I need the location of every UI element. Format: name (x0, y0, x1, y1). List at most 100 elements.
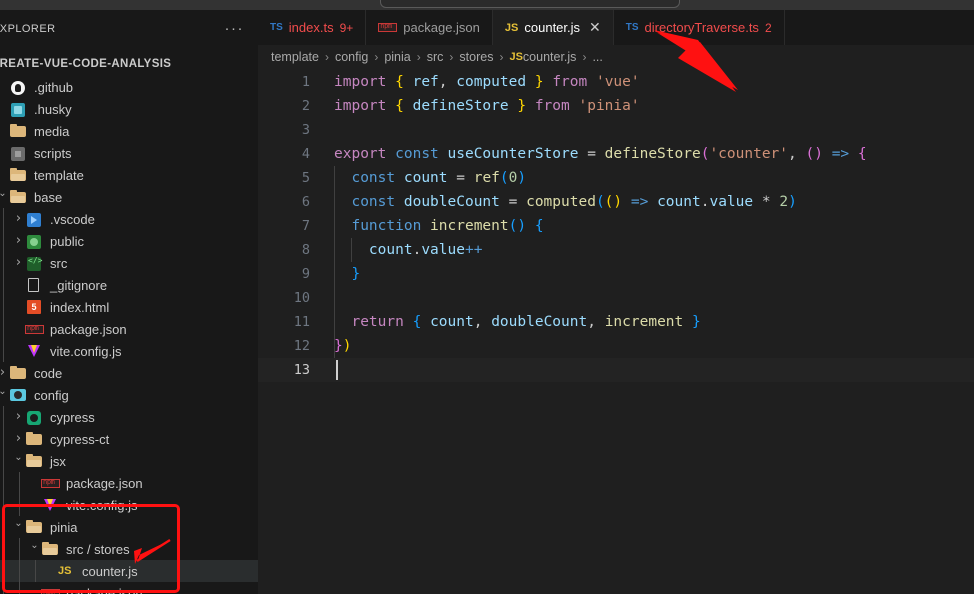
chevron-right-icon[interactable] (12, 208, 25, 231)
tree-item-label: index.html (50, 299, 110, 315)
breadcrumb[interactable]: template › config › pinia › src › stores › JS coun… (258, 45, 974, 69)
line-number: 2 (301, 98, 310, 114)
husky-icon (9, 101, 28, 117)
tree-item[interactable]: cypress (0, 406, 258, 428)
tree-item[interactable]: media (0, 120, 258, 142)
tree-item[interactable]: _gitignore (0, 274, 258, 296)
tree-item[interactable]: src / stores (0, 538, 258, 560)
tree-item[interactable]: vite.config.js (0, 494, 258, 516)
indent-guide (3, 208, 4, 230)
tab-error-count-badge: 9+ (339, 20, 354, 35)
indent-guide (3, 472, 4, 494)
chevron-down-icon[interactable] (28, 538, 41, 560)
tree-item-label: package.json (50, 321, 127, 337)
indent-guide (19, 494, 20, 516)
tree-item[interactable]: .github (0, 76, 258, 98)
chevron-right-icon[interactable] (0, 362, 9, 385)
code-line[interactable]: 7 function increment() { (258, 214, 974, 238)
tree-item[interactable]: public (0, 230, 258, 252)
code-line[interactable]: 8 count.value++ (258, 238, 974, 262)
breadcrumb-item[interactable]: template (271, 50, 319, 64)
code-line[interactable]: 6 const doubleCount = computed(() => cou… (258, 190, 974, 214)
code-text: export const useCounterStore = defineSto… (334, 146, 867, 162)
tree-item[interactable]: package.json (0, 318, 258, 340)
vscode-window: EXPLORER ··· CREATE-VUE-CODE-ANALYSIS .g… (0, 0, 974, 594)
tree-item[interactable]: pinia (0, 516, 258, 538)
code-text: return { count, doubleCount, increment } (351, 314, 701, 330)
line-number: 9 (301, 266, 310, 282)
chevron-down-icon[interactable] (0, 186, 9, 208)
tree-item-label: cypress (50, 409, 95, 425)
chevron-right-icon[interactable] (12, 252, 25, 275)
tree-item[interactable]: cypress-ct (0, 428, 258, 450)
indent-guide (3, 450, 4, 472)
code-line[interactable]: 9 } (258, 262, 974, 286)
code-line[interactable]: 3 (258, 118, 974, 142)
chevron-down-icon[interactable] (0, 384, 9, 406)
more-actions-icon[interactable]: ··· (225, 21, 245, 37)
tree-item[interactable]: scripts (0, 142, 258, 164)
indent-guide (35, 560, 36, 582)
code-text: } (351, 266, 361, 282)
chevron-right-icon[interactable] (12, 230, 25, 253)
tree-item-label: package.json (66, 475, 143, 491)
tree-item-label: vite.config.js (66, 497, 138, 513)
workspace-root-label[interactable]: CREATE-VUE-CODE-ANALYSIS (0, 58, 171, 70)
editor-tab[interactable]: JS counter.js ✕ (492, 10, 614, 45)
breadcrumb-separator: › (499, 50, 504, 64)
indent-guide (3, 274, 4, 296)
text-cursor (336, 360, 338, 380)
breadcrumb-item[interactable]: src (427, 50, 444, 64)
tree-item[interactable]: package.json (0, 582, 258, 594)
explorer-title: EXPLORER (0, 23, 56, 35)
chevron-down-icon[interactable] (12, 516, 25, 538)
tree-item-label: .vscode (50, 211, 95, 227)
code-text: import { defineStore } from 'pinia' (334, 98, 640, 114)
line-number: 10 (293, 290, 310, 306)
code-line[interactable]: 11 return { count, doubleCount, incremen… (258, 310, 974, 334)
config-icon (9, 387, 28, 403)
tree-item[interactable]: jsx (0, 450, 258, 472)
breadcrumb-item[interactable]: pinia (384, 50, 410, 64)
tree-item[interactable]: package.json (0, 472, 258, 494)
code-line[interactable]: 12}) (258, 334, 974, 358)
code-line[interactable]: 13 (258, 358, 974, 382)
code-editor[interactable]: 1 import { ref, computed } from 'vue' 2 imp… (258, 70, 974, 594)
tree-item[interactable]: base (0, 186, 258, 208)
code-line[interactable]: 2 import { defineStore } from 'pinia' (258, 94, 974, 118)
breadcrumb-overflow[interactable]: ... (592, 50, 602, 64)
tree-item[interactable]: .vscode (0, 208, 258, 230)
chevron-right-icon[interactable] (12, 406, 25, 429)
command-center-search[interactable] (380, 0, 680, 8)
close-icon[interactable]: ✕ (589, 21, 601, 35)
editor-tab[interactable]: TS directoryTraverse.ts 2 (614, 10, 785, 45)
tree-item[interactable]: vite.config.js (0, 340, 258, 362)
breadcrumb-separator: › (324, 50, 329, 64)
tree-item[interactable]: template (0, 164, 258, 186)
breadcrumb-item[interactable]: stores (459, 50, 493, 64)
chevron-down-icon[interactable] (12, 450, 25, 472)
editor-tab[interactable]: package.json (366, 10, 493, 45)
scripts-icon (9, 145, 28, 161)
tree-item[interactable]: .husky (0, 98, 258, 120)
tree-item[interactable]: config (0, 384, 258, 406)
explorer-sidebar: EXPLORER ··· CREATE-VUE-CODE-ANALYSIS .g… (0, 10, 258, 594)
tree-item-selected[interactable]: JS counter.js (0, 560, 258, 582)
line-number: 6 (301, 194, 310, 210)
code-line[interactable]: 10 (258, 286, 974, 310)
vite-icon (25, 343, 44, 359)
npm-icon (378, 22, 398, 33)
indent-guide (3, 296, 4, 318)
chevron-right-icon[interactable] (12, 428, 25, 451)
tree-item[interactable]: 5 index.html (0, 296, 258, 318)
file-tree: .github .husky media scripts template base .vs… (0, 76, 258, 594)
breadcrumb-file[interactable]: counter.js (523, 50, 577, 64)
code-line[interactable]: 4 export const useCounterStore = defineSt… (258, 142, 974, 166)
tree-item[interactable]: code (0, 362, 258, 384)
tree-item-label: .husky (34, 101, 72, 117)
code-line[interactable]: 5 const count = ref(0) (258, 166, 974, 190)
editor-tab[interactable]: TS index.ts 9+ (258, 10, 367, 45)
tree-item[interactable]: src (0, 252, 258, 274)
breadcrumb-item[interactable]: config (335, 50, 368, 64)
code-line[interactable]: 1 import { ref, computed } from 'vue' (258, 70, 974, 94)
